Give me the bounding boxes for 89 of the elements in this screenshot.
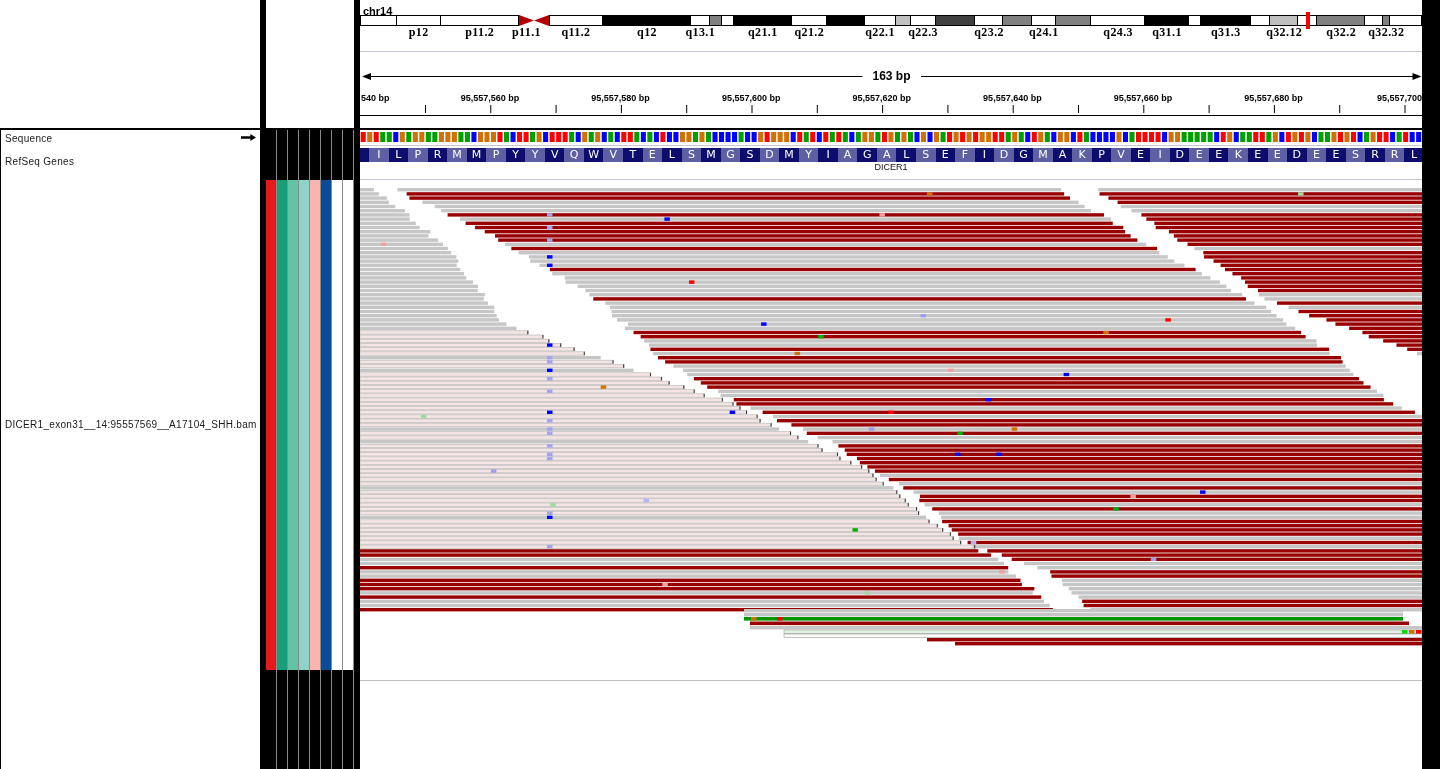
amino-acid: K (1072, 148, 1092, 162)
amino-acid: F (955, 148, 975, 162)
amino-acid: E (1248, 148, 1268, 162)
amino-acid: G (857, 148, 877, 162)
band-label: q24.1 (1028, 26, 1059, 38)
amino-acid: M (447, 148, 467, 162)
amino-acid: D (759, 148, 780, 162)
ruler-tick-label: 95,557,600 bp (721, 92, 781, 104)
ruler-tick-label: 95,557,620 bp (852, 92, 912, 104)
band-label: p11.1 (512, 26, 541, 38)
band-label: q22.3 (908, 26, 938, 38)
amino-acid: A (837, 148, 858, 162)
band-label: q31.1 (1152, 26, 1182, 38)
amino-acid: M (701, 148, 721, 162)
amino-acid: R (1365, 148, 1385, 162)
band-label: q21.2 (794, 26, 825, 38)
band-label: p12 (408, 26, 429, 38)
amino-acid: S (740, 148, 760, 162)
amino-acid: E (935, 148, 956, 162)
amino-acid: L (896, 148, 916, 162)
amino-acid: E (1326, 148, 1346, 162)
track-name[interactable]: RefSeq Genes (5, 156, 75, 168)
amino-acid: D (994, 148, 1014, 162)
band-label: q32.2 (1326, 26, 1357, 38)
chromosome-name: chr14 (363, 5, 393, 18)
band-label: q32.12 (1266, 26, 1303, 38)
amino-acid: D (1287, 148, 1307, 162)
band-label: q11.2 (561, 26, 591, 38)
ruler-tick-label: 95,557,640 bp (983, 92, 1042, 104)
track-name[interactable]: DICER1_exon31__14:95557569__A17104_SHH.bam (5, 419, 257, 431)
amino-acid: Y (798, 148, 819, 162)
amino-acid: S (916, 148, 936, 162)
amino-acid: E (1189, 148, 1209, 162)
amino-acid: V (1111, 148, 1131, 162)
ruler-tick-label: 95,557,660 bp (1113, 92, 1173, 104)
band-label: q21.1 (747, 26, 778, 38)
amino-acid: I (1150, 148, 1170, 162)
amino-acid: V (544, 148, 565, 162)
band-label: q12 (637, 26, 657, 38)
amino-acid: A (876, 148, 897, 162)
ruler-tick-label: 95,557,700 (1376, 92, 1422, 104)
band-label: q24.3 (1103, 26, 1133, 38)
amino-acid: K (1228, 148, 1248, 162)
amino-acid: Y (505, 148, 526, 162)
amino-acid: I (974, 148, 995, 162)
amino-acid: V (603, 148, 623, 162)
amino-acid: M (779, 148, 799, 162)
amino-acid: P (486, 148, 506, 162)
amino-acid: M (1033, 148, 1053, 162)
amino-acid: R (427, 148, 448, 162)
ruler-tick-label: 95,557,560 bp (460, 92, 520, 104)
span-length-label: 163 bp (872, 69, 911, 83)
band-label: q22.1 (865, 26, 895, 38)
band-label: q13.1 (685, 26, 716, 38)
amino-acid: E (642, 148, 663, 162)
amino-acid: L (662, 148, 682, 162)
amino-acid: E (1267, 148, 1288, 162)
amino-acid: G (1013, 148, 1034, 162)
band-label: q32.32 (1368, 26, 1405, 38)
amino-acid: R (1384, 148, 1405, 162)
amino-acid: P (1091, 148, 1112, 162)
amino-acid: S (1345, 148, 1366, 162)
amino-acid: S (681, 148, 702, 162)
amino-acid: I (369, 148, 389, 162)
amino-acid: I (818, 148, 838, 162)
band-label: p11.2 (465, 26, 495, 38)
amino-acid: Y (525, 148, 545, 162)
band-label: q23.2 (974, 26, 1004, 38)
amino-acid: P (408, 148, 428, 162)
amino-acid: A (1052, 148, 1073, 162)
amino-acid: L (1404, 148, 1422, 162)
amino-acid: E (1130, 148, 1151, 162)
ruler-tick-label: 95,557,680 bp (1244, 92, 1303, 104)
amino-acid: E (1306, 148, 1327, 162)
amino-acid: E (1208, 148, 1229, 162)
amino-acid: Q (564, 148, 584, 162)
band-label: q31.3 (1210, 26, 1241, 38)
amino-acid: W (583, 148, 604, 162)
amino-acid: M (466, 148, 487, 162)
amino-acid: G (720, 148, 741, 162)
ruler-tick-label: 540 bp (361, 92, 390, 104)
gene-name: DICER1 (874, 162, 908, 174)
right-arrow-icon[interactable] (241, 134, 256, 141)
ruler-tick-label: 95,557,580 bp (591, 92, 650, 104)
partial-codon-block (360, 148, 370, 162)
amino-acid: D (1169, 148, 1190, 162)
amino-acid: T (623, 148, 643, 162)
amino-acid: L (388, 148, 409, 162)
track-name[interactable]: Sequence (5, 133, 53, 145)
